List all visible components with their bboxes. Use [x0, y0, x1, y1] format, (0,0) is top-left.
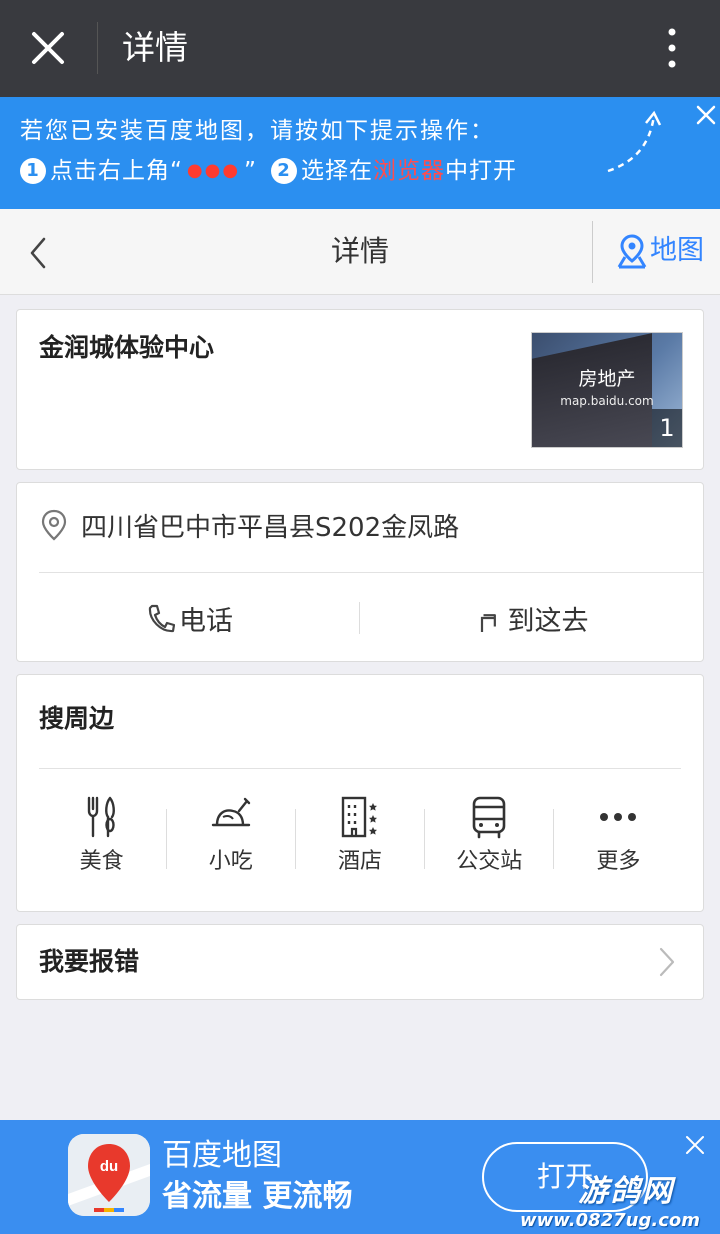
photo-source: map.baidu.com	[560, 394, 654, 408]
nearby-item-food[interactable]: 美食	[37, 795, 166, 885]
hint-text: 若您已安装百度地图，请按如下提示操作：	[20, 118, 495, 144]
divider	[295, 809, 296, 869]
nearby-item-label: 小吃	[208, 849, 253, 874]
browser-text: 浏览器	[372, 158, 445, 184]
nearby-item-snack[interactable]: 小吃	[166, 795, 295, 885]
page-title: 详情	[330, 234, 389, 268]
bus-icon	[472, 796, 506, 839]
app-promo-banner: du 百度地图 省流量 更流畅 打开 游鸽网 www.0827ug.com	[0, 1120, 720, 1234]
close-promo-icon[interactable]	[684, 1134, 706, 1156]
phone-icon	[148, 604, 175, 633]
hotel-icon	[341, 796, 377, 838]
location-pin-icon	[41, 509, 67, 541]
divider	[553, 809, 554, 869]
report-error-label: 我要报错	[39, 947, 140, 976]
step-2-text: 选择在	[300, 158, 373, 184]
nearby-card: 搜周边 美食 小吃 酒店 公交站 更多	[16, 674, 704, 912]
map-button[interactable]: 地图	[616, 231, 704, 271]
address-card: 四川省巴中市平昌县S202金凤路 电话 到这去	[16, 482, 704, 662]
photo-count: 1	[652, 409, 682, 447]
step-1-badge: 1	[20, 158, 46, 184]
nearby-item-bus-stop[interactable]: 公交站	[425, 795, 554, 885]
more-vertical-icon[interactable]	[664, 26, 680, 70]
nearby-categories: 美食 小吃 酒店 公交站 更多	[37, 795, 683, 885]
baidu-map-app-icon: du	[68, 1134, 150, 1216]
step-2-end: 中打开	[444, 158, 517, 184]
close-icon[interactable]	[26, 26, 70, 70]
divider	[424, 809, 425, 869]
svg-text:du: du	[100, 1158, 118, 1175]
directions-button[interactable]: 到这去	[361, 583, 701, 653]
watermark-logo: 游鸽网	[578, 1174, 674, 1209]
place-photo[interactable]: 房地产 map.baidu.com 1	[531, 332, 683, 448]
report-error-row[interactable]: 我要报错	[16, 924, 704, 1000]
map-pin-icon	[617, 234, 647, 269]
hint-steps: 1 点击右上角“ ●●● ” 2 选择在 浏览器 中打开	[20, 155, 517, 187]
photo-category: 房地产	[578, 368, 636, 390]
baidu-map-logo-icon: du	[68, 1134, 150, 1216]
address-text: 四川省巴中市平昌县S202金凤路	[81, 512, 460, 543]
app-slogan: 省流量 更流畅	[162, 1179, 353, 1214]
place-card: 金润城体验中心 房地产 map.baidu.com 1	[16, 309, 704, 470]
nearby-title: 搜周边	[39, 704, 115, 733]
step-1-text: 点击右上角“	[50, 158, 183, 184]
open-in-app-hint-banner: 若您已安装百度地图，请按如下提示操作： 1 点击右上角“ ●●● ” 2 选择在…	[0, 97, 720, 209]
call-label: 电话	[179, 605, 233, 637]
divider	[166, 809, 167, 869]
watermark-url: www.0827ug.com	[520, 1210, 700, 1231]
map-label: 地图	[650, 235, 704, 266]
step-1-close-quote: ”	[244, 158, 257, 184]
nearby-item-more[interactable]: 更多	[554, 795, 683, 885]
close-hint-icon[interactable]	[694, 103, 718, 127]
divider	[359, 602, 360, 634]
app-name: 百度地图	[162, 1138, 282, 1173]
divider	[39, 768, 681, 769]
nearby-item-label: 更多	[596, 849, 641, 874]
divider	[39, 572, 703, 573]
nearby-item-label: 美食	[79, 849, 124, 874]
divider	[592, 221, 593, 283]
chevron-right-icon	[659, 947, 675, 977]
nearby-item-label: 酒店	[338, 849, 383, 874]
divider	[97, 22, 98, 74]
snack-icon	[211, 797, 250, 827]
window-title: 详情	[122, 28, 188, 67]
curved-arrow-icon	[607, 110, 662, 173]
fork-knife-icon	[87, 796, 115, 838]
three-dots-hint: ●●●	[186, 160, 241, 181]
step-2-badge: 2	[270, 158, 297, 184]
top-bar: 详情	[0, 0, 720, 97]
address-row[interactable]: 四川省巴中市平昌县S202金凤路	[39, 505, 459, 545]
place-name: 金润城体验中心	[39, 333, 215, 362]
nearby-item-hotel[interactable]: 酒店	[295, 795, 424, 885]
more-dots-icon	[600, 813, 637, 821]
nearby-item-label: 公交站	[456, 849, 523, 874]
directions-label: 到这去	[507, 605, 589, 637]
directions-icon	[480, 614, 496, 632]
call-button[interactable]: 电话	[19, 583, 359, 653]
page-header: 详情 地图	[0, 209, 720, 295]
